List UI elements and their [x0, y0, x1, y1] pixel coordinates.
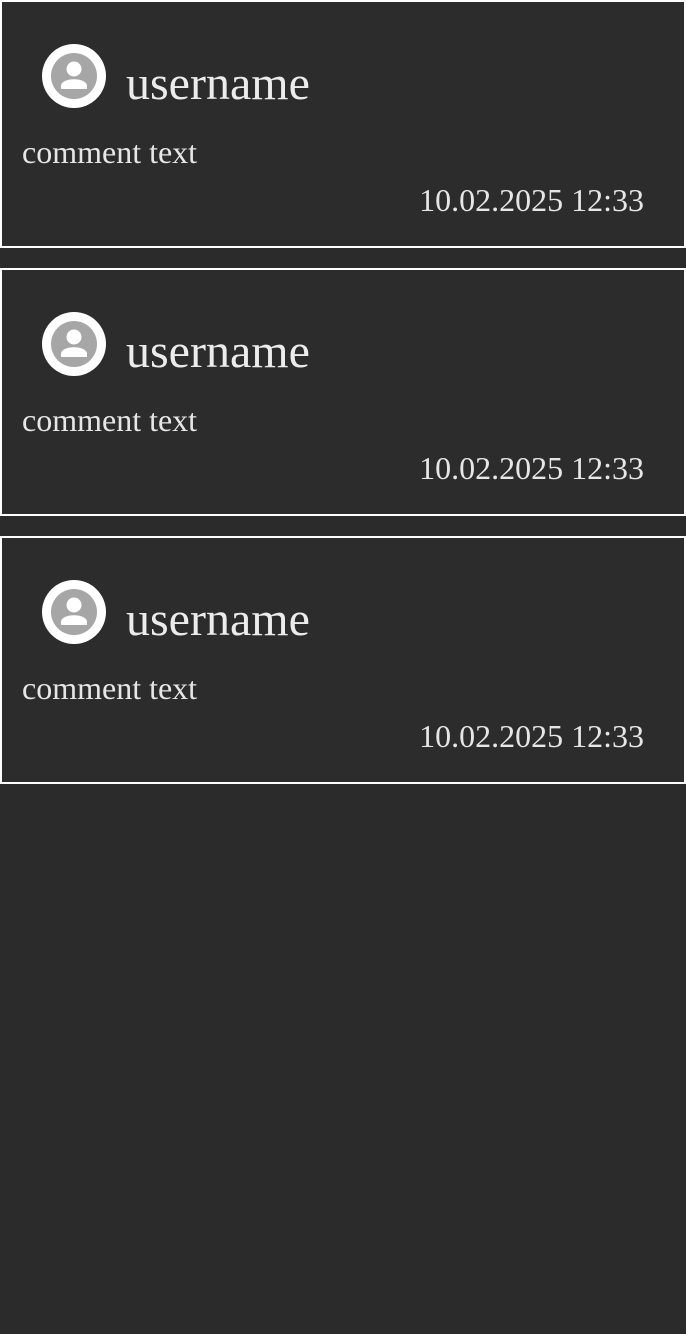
user-avatar-icon[interactable]	[42, 312, 106, 376]
comment-username[interactable]: username	[126, 588, 310, 652]
user-avatar-icon[interactable]	[42, 580, 106, 644]
comment-username[interactable]: username	[126, 320, 310, 384]
comment-card[interactable]: username comment text 10.02.2025 12:33	[0, 0, 686, 248]
comment-timestamp: 10.02.2025 12:33	[419, 182, 644, 218]
comment-timestamp: 10.02.2025 12:33	[419, 450, 644, 486]
user-avatar-icon[interactable]	[42, 44, 106, 108]
comment-card[interactable]: username comment text 10.02.2025 12:33	[0, 268, 686, 516]
comment-text: comment text	[22, 670, 198, 706]
comment-card[interactable]: username comment text 10.02.2025 12:33	[0, 536, 686, 784]
comment-username[interactable]: username	[126, 52, 310, 116]
comment-timestamp: 10.02.2025 12:33	[419, 718, 644, 754]
comment-text: comment text	[22, 402, 198, 438]
comment-text: comment text	[22, 134, 198, 170]
